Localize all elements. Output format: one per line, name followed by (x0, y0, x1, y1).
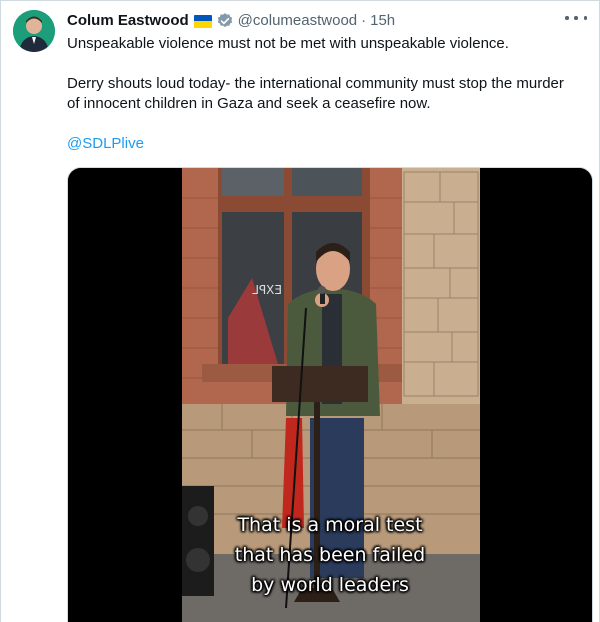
window-sign: EXPL (252, 283, 282, 297)
verified-icon[interactable] (216, 12, 234, 30)
tweet-card[interactable]: Colum Eastwood @columeastwood · 15h Unsp… (0, 0, 600, 622)
tweet-timestamp[interactable]: 15h (370, 11, 395, 31)
caption-line-1: That is a moral test (237, 514, 423, 536)
video-player[interactable]: EXPL That is a moral test that has been … (67, 167, 593, 622)
author-name[interactable]: Colum Eastwood (67, 11, 189, 31)
mention-link[interactable]: @SDLPlive (67, 135, 144, 152)
author-handle[interactable]: @columeastwood (238, 11, 357, 31)
separator-dot: · (361, 12, 367, 29)
avatar[interactable] (13, 10, 55, 52)
tweet-line-2: Derry shouts loud today- the internation… (67, 75, 564, 112)
tweet-line-1: Unspeakable violence must not be met wit… (67, 35, 509, 52)
tweet-header: Colum Eastwood @columeastwood · 15h (67, 11, 395, 31)
more-icon[interactable] (565, 9, 587, 27)
caption-line-3: by world leaders (251, 574, 409, 596)
tweet-text: Unspeakable violence must not be met wit… (67, 34, 577, 154)
caption-line-2: that has been failed (234, 544, 426, 566)
ukraine-flag-icon (193, 14, 212, 28)
